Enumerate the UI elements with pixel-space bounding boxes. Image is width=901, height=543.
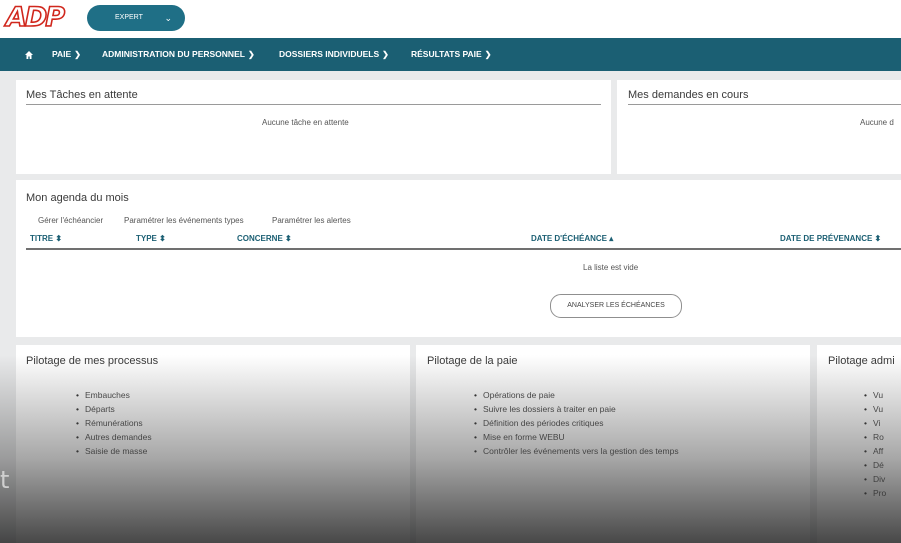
column-header-concerne[interactable]: CONCERNE ⬍	[237, 234, 292, 243]
nav-item-label: ADMINISTRATION DU PERSONNEL	[102, 49, 245, 59]
overlay-text: t	[0, 466, 10, 494]
divider	[26, 104, 601, 105]
admin-link[interactable]: Ro	[864, 430, 886, 444]
admin-link[interactable]: Vi	[864, 416, 886, 430]
payroll-link-operations[interactable]: Opérations de paie	[474, 388, 679, 402]
tasks-empty-text: Aucune tâche en attente	[262, 118, 349, 127]
admin-panel	[817, 345, 901, 543]
processes-list: Embauches Départs Rémunérations Autres d…	[76, 388, 152, 458]
processes-link-saisie-masse[interactable]: Saisie de masse	[76, 444, 152, 458]
processes-link-autres-demandes[interactable]: Autres demandes	[76, 430, 152, 444]
sort-icon: ⬍	[159, 234, 166, 243]
requests-empty-text: Aucune d	[860, 118, 894, 127]
processes-link-remunerations[interactable]: Rémunérations	[76, 416, 152, 430]
payroll-link-periodes-critiques[interactable]: Définition des périodes critiques	[474, 416, 679, 430]
column-header-label: DATE DE PRÉVENANCE	[780, 234, 873, 243]
payroll-link-suivre-dossiers[interactable]: Suivre les dossiers à traiter en paie	[474, 402, 679, 416]
nav-item-resultats[interactable]: RÉSULTATS PAIE ❯	[411, 38, 491, 71]
payroll-list: Opérations de paie Suivre les dossiers à…	[474, 388, 679, 458]
agenda-panel	[16, 180, 901, 337]
processes-link-departs[interactable]: Départs	[76, 402, 152, 416]
admin-link[interactable]: Vu	[864, 388, 886, 402]
processes-link-embauches[interactable]: Embauches	[76, 388, 152, 402]
payroll-title: Pilotage de la paie	[427, 355, 518, 367]
chevron-down-icon: ❯	[484, 50, 492, 59]
home-icon[interactable]	[24, 38, 34, 71]
top-bar: ADP EXPERT ⌄	[0, 0, 901, 38]
admin-link[interactable]: Vu	[864, 402, 886, 416]
column-header-type[interactable]: TYPE ⬍	[136, 234, 166, 243]
sort-icon: ⬍	[55, 234, 63, 243]
chevron-down-icon: ❯	[247, 50, 255, 59]
sort-icon: ⬍	[874, 234, 882, 243]
divider	[628, 104, 901, 105]
chevron-down-icon: ⌄	[164, 13, 172, 23]
agenda-title: Mon agenda du mois	[26, 192, 129, 204]
chevron-down-icon: ❯	[382, 50, 389, 59]
column-header-label: CONCERNE	[237, 234, 283, 243]
adp-logo[interactable]: ADP	[5, 3, 72, 33]
column-header-titre[interactable]: TITRE ⬍	[30, 234, 62, 243]
admin-list: Vu Vu Vi Ro Aff Dé Div Pro	[864, 388, 886, 500]
admin-link[interactable]: Div	[864, 472, 886, 486]
payroll-link-mise-en-forme[interactable]: Mise en forme WEBU	[474, 430, 679, 444]
nav-item-paie[interactable]: PAIE ❯	[52, 38, 81, 71]
nav-item-administration[interactable]: ADMINISTRATION DU PERSONNEL ❯	[102, 38, 255, 71]
tasks-title: Mes Tâches en attente	[26, 89, 138, 101]
payroll-link-controler-evenements[interactable]: Contrôler les événements vers la gestion…	[474, 444, 679, 458]
main-nav: PAIE ❯ ADMINISTRATION DU PERSONNEL ❯ DOSSI…	[0, 38, 901, 71]
column-header-date-echeance[interactable]: DATE D'ÉCHÉANCE ▴	[531, 234, 613, 243]
nav-item-dossiers[interactable]: DOSSIERS INDIVIDUELS ❯	[279, 38, 389, 71]
role-select-value: EXPERT	[115, 14, 143, 21]
requests-title: Mes demandes en cours	[628, 89, 749, 101]
nav-item-label: PAIE	[52, 49, 72, 59]
admin-title: Pilotage admi	[828, 355, 895, 367]
admin-link[interactable]: Dé	[864, 458, 886, 472]
configure-alerts-link[interactable]: Paramétrer les alertes	[272, 216, 351, 225]
analyze-deadlines-button[interactable]: ANALYSER LES ÉCHÉANCES	[550, 294, 682, 318]
chevron-down-icon: ❯	[74, 50, 81, 59]
admin-link[interactable]: Pro	[864, 486, 886, 500]
manage-schedule-link[interactable]: Gérer l'échéancier	[38, 216, 103, 225]
sort-asc-icon: ▴	[609, 234, 614, 243]
admin-link[interactable]: Aff	[864, 444, 886, 458]
table-header-divider	[26, 248, 901, 250]
agenda-empty-text: La liste est vide	[583, 263, 639, 272]
column-header-label: TYPE	[136, 234, 157, 243]
nav-item-label: DOSSIERS INDIVIDUELS	[279, 49, 380, 59]
processes-title: Pilotage de mes processus	[26, 355, 159, 367]
sort-icon: ⬍	[285, 234, 292, 243]
column-header-label: TITRE	[30, 234, 54, 243]
column-header-date-prevenance[interactable]: DATE DE PRÉVENANCE ⬍	[780, 234, 881, 243]
configure-event-types-link[interactable]: Paramétrer les événements types	[124, 216, 244, 225]
nav-item-label: RÉSULTATS PAIE	[411, 49, 482, 59]
role-select[interactable]: EXPERT ⌄	[87, 5, 185, 31]
column-header-label: DATE D'ÉCHÉANCE	[531, 234, 607, 243]
